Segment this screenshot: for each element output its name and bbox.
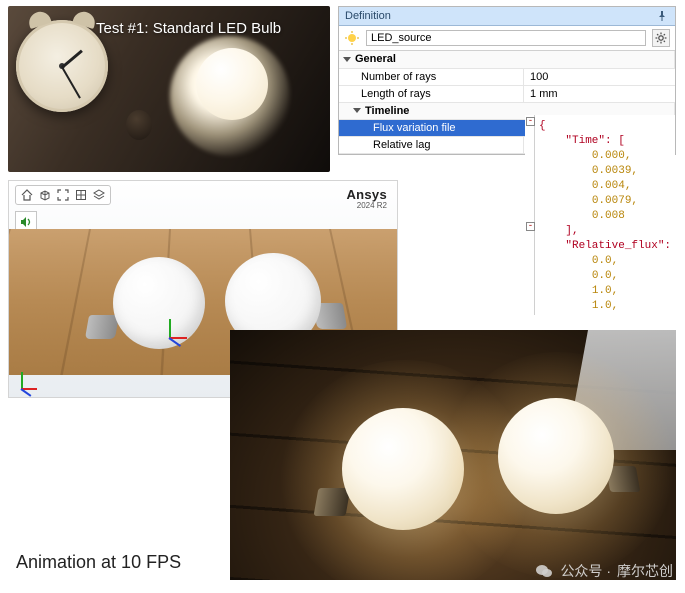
ansys-logo: Ansys <box>346 187 387 202</box>
json-editor[interactable]: - - { "Time": [ 0.000, 0.0039, 0.004, 0.… <box>525 115 675 315</box>
settings-button[interactable] <box>652 29 670 47</box>
viewport-bulb[interactable] <box>113 257 205 349</box>
json-token: 0.008 <box>592 210 625 222</box>
fold-toggle-icon[interactable]: - <box>526 222 535 231</box>
alarm-clock <box>16 20 108 112</box>
rendered-bulb <box>342 408 464 530</box>
definition-panel-header[interactable]: Definition <box>339 7 675 26</box>
fold-gutter: - - <box>525 115 535 315</box>
watermark-name: 摩尔芯创 <box>617 561 673 581</box>
animation-caption: Animation at 10 FPS <box>16 552 181 573</box>
source-name-input[interactable] <box>366 30 646 46</box>
led-test-photo: Test #1: Standard LED Bulb <box>8 6 330 172</box>
rendered-bulb <box>498 398 614 514</box>
bulb-socket <box>314 488 351 516</box>
rendered-output <box>230 330 676 580</box>
json-token: 0.0, <box>592 270 618 282</box>
cube-icon[interactable] <box>37 187 53 203</box>
json-token: 0.004, <box>592 180 632 192</box>
home-icon[interactable] <box>19 187 35 203</box>
layers-icon[interactable] <box>91 187 107 203</box>
pin-icon[interactable] <box>655 9 669 23</box>
prop-label: Relative lag <box>339 136 524 153</box>
axis-triad[interactable] <box>21 388 22 389</box>
prop-label: Flux variation file <box>339 119 524 136</box>
json-token: 0.000, <box>592 150 632 162</box>
json-token: ], <box>565 225 578 237</box>
wechat-icon <box>534 561 554 581</box>
json-token: 0.0, <box>592 255 618 267</box>
json-token: 0.0079, <box>592 195 638 207</box>
fold-toggle-icon[interactable]: - <box>526 117 535 126</box>
prop-label: Length of rays <box>339 85 524 102</box>
chevron-down-icon <box>343 57 351 62</box>
photo-caption: Test #1: Standard LED Bulb <box>96 20 281 37</box>
json-token: { <box>539 120 546 132</box>
group-general-label: General <box>355 53 396 65</box>
watermark-prefix: 公众号 · <box>560 561 611 581</box>
transform-gizmo[interactable] <box>169 337 170 338</box>
small-object <box>126 110 152 140</box>
light-source-icon <box>344 30 360 46</box>
group-general[interactable]: General <box>339 51 675 68</box>
bulb-socket <box>85 315 119 339</box>
led-bulb <box>196 48 268 120</box>
json-token: "Time": [ <box>565 135 624 147</box>
prop-row-len-rays[interactable]: Length of rays 1 mm <box>339 85 675 102</box>
prop-label: Number of rays <box>339 68 524 85</box>
expand-icon[interactable] <box>55 187 71 203</box>
group-timeline-label: Timeline <box>365 105 409 117</box>
json-token: "Relative_flux": [ <box>565 240 675 252</box>
ansys-version: 2024 R2 <box>357 201 387 210</box>
watermark: 公众号 · 摩尔芯创 <box>534 561 673 581</box>
json-token: 0.0039, <box>592 165 638 177</box>
grid-icon[interactable] <box>73 187 89 203</box>
prop-row-num-rays[interactable]: Number of rays 100 <box>339 68 675 85</box>
definition-panel-title: Definition <box>345 10 391 22</box>
json-token: 1.0, <box>592 300 618 312</box>
json-token: 1.0, <box>592 285 618 297</box>
chevron-down-icon <box>353 108 361 113</box>
prop-value[interactable]: 1 mm <box>524 85 675 102</box>
prop-value[interactable]: 100 <box>524 68 675 85</box>
viewport-toolbar <box>15 185 111 205</box>
